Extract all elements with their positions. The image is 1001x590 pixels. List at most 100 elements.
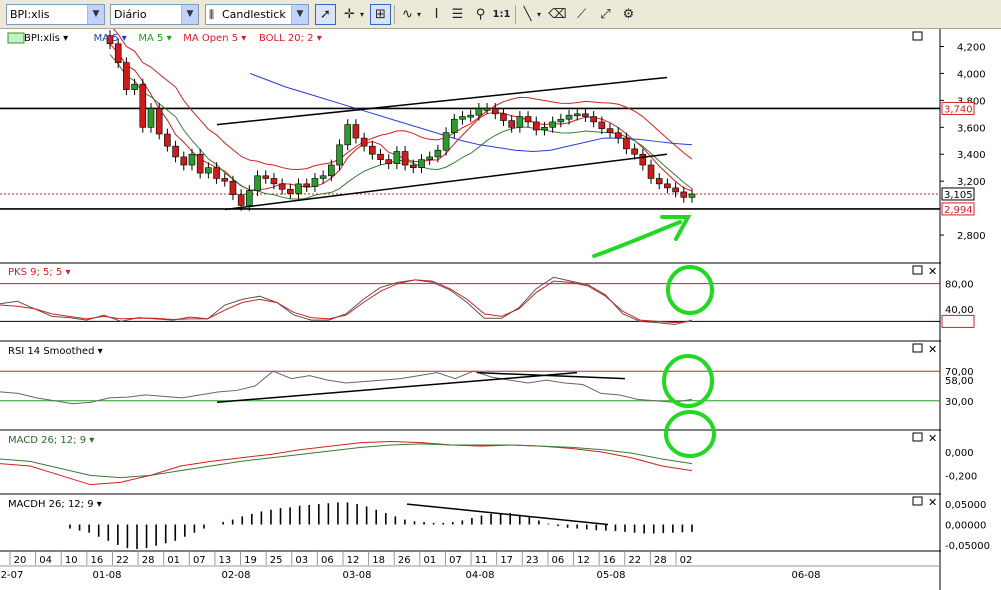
date-tick-label: 23 — [526, 555, 539, 566]
candle-body — [573, 113, 581, 117]
chart-style-select[interactable]: ⫼ Candlestick ▼ — [205, 4, 309, 25]
close-icon: ✕ — [928, 432, 937, 445]
candle-body — [344, 124, 352, 146]
maximize-icon — [912, 343, 923, 353]
candle-body — [180, 156, 188, 166]
date-tick-label: 03 — [295, 555, 308, 566]
candle-body — [450, 118, 458, 133]
candle-body — [680, 191, 688, 198]
chevron-down-icon[interactable]: ▼ — [181, 5, 198, 24]
candle-body — [131, 83, 138, 90]
maximize-icon — [912, 265, 923, 275]
date-tick-label: 01 — [167, 555, 180, 566]
date-tick-label: 28 — [654, 555, 667, 566]
price-legend-item: BPI:xlis ▾ — [24, 33, 68, 44]
pointer-icon[interactable]: ➚ — [315, 4, 336, 25]
candle-body — [270, 178, 278, 185]
resistance-badge: 3,740 — [944, 104, 973, 115]
macdh-tick-label: 0,00000 — [945, 521, 986, 532]
candle-body — [606, 128, 614, 133]
chevron-down-icon[interactable]: ▾ — [414, 4, 424, 25]
maximize-icon — [912, 31, 923, 41]
candle-body — [393, 151, 401, 164]
chart-area: 4,2004,0003,8003,6003,4003,2002,8003,740… — [0, 29, 1001, 590]
green-arrow-annotation — [592, 215, 692, 258]
chart-window: BPI:xlis ▼ Diário ▼ ⫼ Candlestick ▼ ➚ ✛ … — [0, 0, 1001, 590]
period-select[interactable]: Diário ▼ — [110, 4, 199, 25]
support-badge: 2,994 — [944, 205, 973, 216]
text-icon[interactable]: Ⅰ — [426, 4, 447, 25]
grid-icon[interactable]: ⊞ — [370, 4, 391, 25]
zoom-1to1-button[interactable]: 1:1 — [491, 4, 512, 25]
candle-body — [360, 137, 368, 147]
price-tick-label: 3,600 — [957, 123, 986, 134]
price-tick-label: 4,000 — [957, 69, 986, 80]
date-tick-label: 25 — [270, 555, 283, 566]
chevron-down-icon[interactable]: ▼ — [291, 5, 308, 24]
candle-body — [655, 178, 663, 185]
chart-style-value: Candlestick — [222, 8, 286, 21]
magnifier-icon[interactable]: ⚲ — [470, 4, 491, 25]
month-tick-label: 05-08 — [596, 570, 625, 581]
candle-body — [409, 164, 417, 169]
price-tick-label: 4,200 — [957, 42, 986, 53]
candle-body — [664, 183, 671, 189]
month-tick-label: 03-08 — [342, 570, 371, 581]
date-tick-label: 02 — [680, 555, 693, 566]
maximize-icon — [912, 432, 923, 442]
candle-body — [631, 148, 638, 155]
candle-body — [467, 114, 474, 118]
date-tick-label: 20 — [14, 555, 27, 566]
date-tick-label: 12 — [347, 555, 360, 566]
candle-body — [336, 144, 343, 166]
candle-body — [311, 178, 319, 187]
pks-tick-label: 80,00 — [945, 280, 974, 291]
green-circle-annotation — [662, 354, 714, 408]
expand-icon[interactable]: ⤢ — [595, 4, 616, 25]
toolbar-separator — [394, 5, 395, 24]
symbol-value: BPI:xlis — [10, 8, 50, 21]
channel-upper-line — [216, 76, 668, 126]
chevron-down-icon[interactable]: ▾ — [357, 4, 367, 25]
candle-body — [524, 116, 532, 123]
toolbar: BPI:xlis ▼ Diário ▼ ⫼ Candlestick ▼ ➚ ✛ … — [0, 0, 1001, 29]
candle-body — [532, 121, 540, 131]
date-tick-label: 04 — [39, 555, 52, 566]
candle-body — [139, 83, 147, 128]
date-tick-label: 18 — [372, 555, 385, 566]
candle-body — [205, 167, 212, 174]
pks-badge-box — [941, 314, 975, 328]
symbol-select[interactable]: BPI:xlis ▼ — [6, 4, 105, 25]
eraser-icon[interactable]: ⌫ — [547, 4, 568, 25]
candle-body — [434, 149, 442, 158]
candle-body — [459, 116, 466, 120]
candle-body — [491, 108, 499, 115]
rsi-line — [0, 370, 693, 405]
indicator-list-icon[interactable]: ☰ — [447, 4, 468, 25]
close-icon: ✕ — [928, 496, 937, 509]
candle-body — [246, 190, 253, 206]
date-tick-label: 07 — [449, 555, 462, 566]
chevron-down-icon[interactable]: ▾ — [534, 4, 544, 25]
candle-body — [508, 120, 515, 128]
channel-icon[interactable]: ⟋ — [571, 4, 592, 25]
candle-body — [287, 188, 294, 194]
pks-k-line — [0, 276, 693, 326]
candle-body — [590, 116, 597, 123]
price-legend-item: MA 5 ▾ — [94, 33, 127, 44]
price-tick-label: 3,200 — [957, 177, 986, 188]
chevron-down-icon[interactable]: ▼ — [87, 5, 104, 24]
period-value: Diário — [114, 8, 147, 21]
macd-signal-line — [0, 443, 693, 479]
candle-body — [672, 187, 679, 193]
candle-body — [614, 132, 622, 139]
candle-body — [172, 145, 179, 158]
rsi-tick-label: 58,00 — [945, 376, 974, 387]
macd-legend: MACD 26; 12; 9 ▾ — [8, 435, 94, 446]
macdh-tick-label: -0,05000 — [945, 541, 990, 552]
date-tick-label: 22 — [628, 555, 641, 566]
properties-icon[interactable]: ⚙ — [618, 4, 639, 25]
maximize-icon — [912, 496, 923, 506]
symbol-legend-icon — [7, 32, 25, 44]
month-tick-label: 04-08 — [465, 570, 494, 581]
